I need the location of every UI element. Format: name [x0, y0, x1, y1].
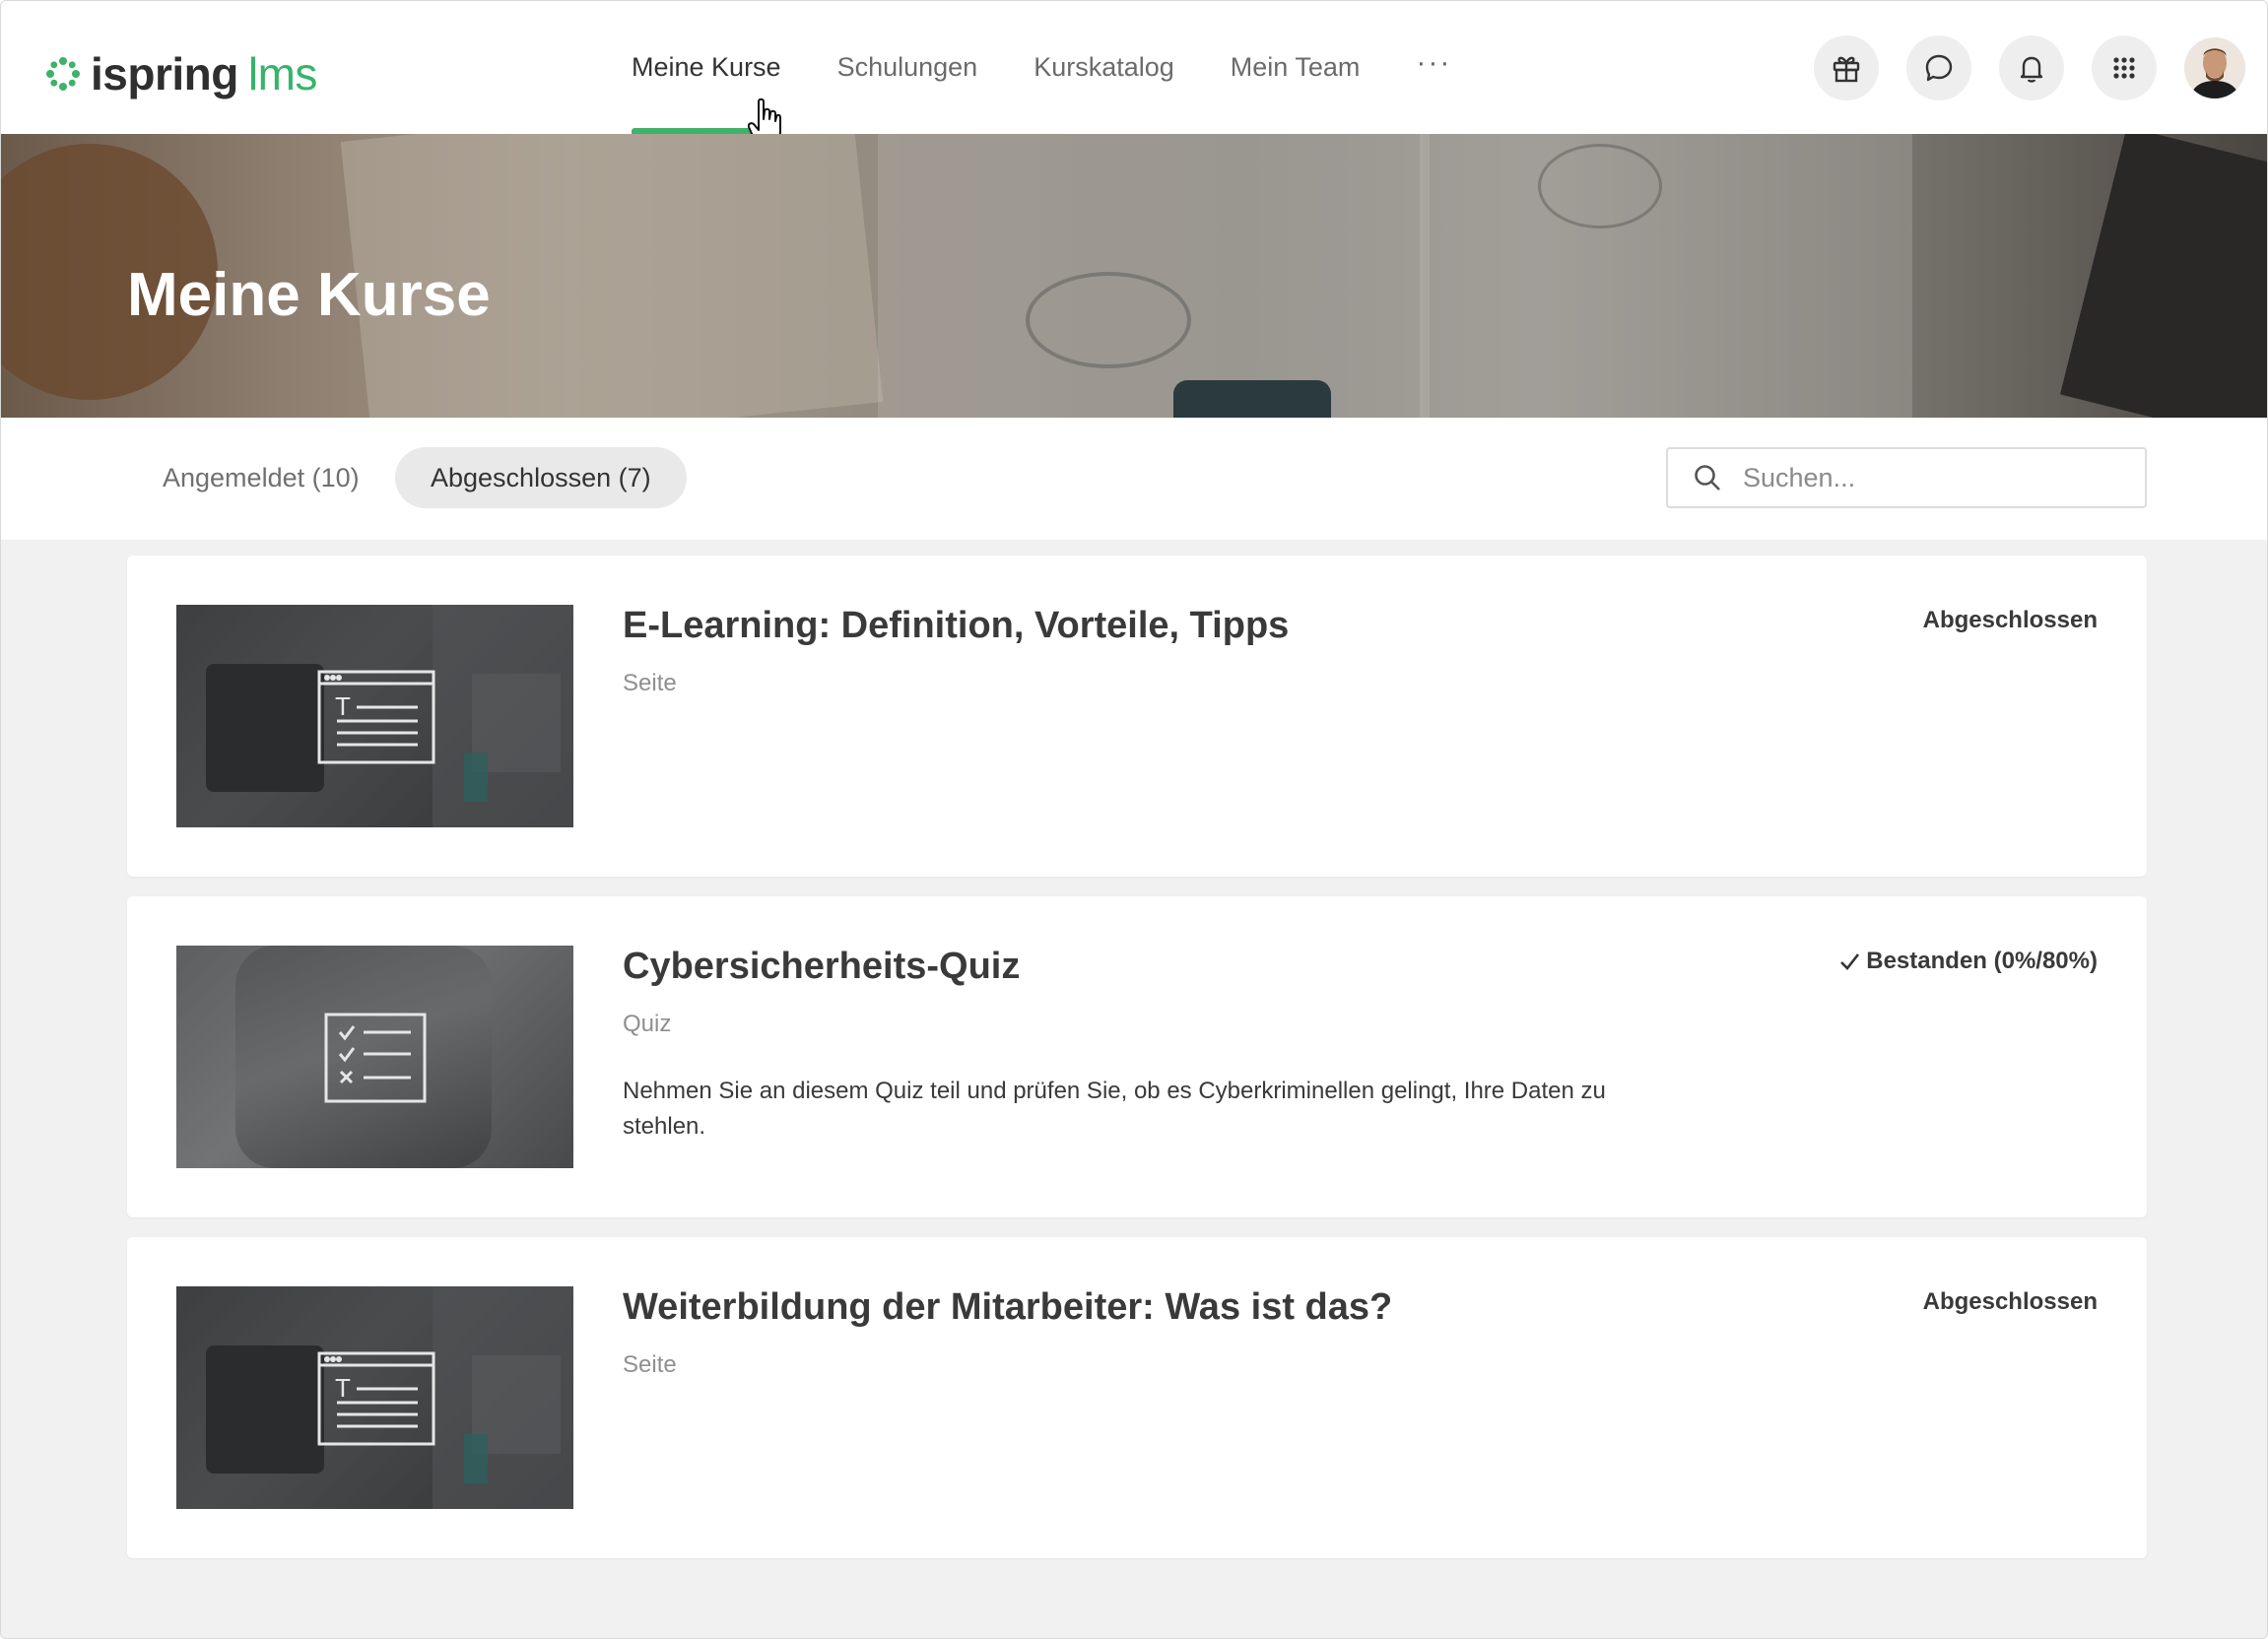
- course-card[interactable]: Cybersicherheits-Quiz Quiz Nehmen Sie an…: [127, 896, 2147, 1217]
- user-avatar[interactable]: [2184, 36, 2245, 98]
- status-label: Bestanden (0%/80%): [1866, 948, 2098, 974]
- nav-kurskatalog[interactable]: Kurskatalog: [1034, 1, 1174, 134]
- checkmark-icon: [1840, 953, 1860, 970]
- course-title[interactable]: Cybersicherheits-Quiz: [623, 946, 1020, 988]
- app-window: ispring lms Meine Kurse Schulungen Kurska…: [0, 0, 2268, 1639]
- course-thumbnail[interactable]: [176, 946, 573, 1168]
- course-type: Quiz: [623, 1011, 672, 1037]
- course-card[interactable]: T Weiterbildung der Mitarbeiter: Was ist…: [127, 1237, 2147, 1558]
- top-navigation-bar: ispring lms Meine Kurse Schulungen Kurska…: [1, 1, 2267, 145]
- hero-banner: Meine Kurse: [1, 134, 2267, 418]
- course-thumbnail[interactable]: T: [176, 1286, 573, 1509]
- gift-button[interactable]: [1814, 34, 1879, 100]
- ispring-lms-logo[interactable]: ispring lms: [43, 46, 317, 101]
- status-label: Abgeschlossen: [1922, 607, 2098, 633]
- chat-icon: [1925, 54, 1953, 81]
- search-icon: [1695, 465, 1720, 491]
- search-input[interactable]: [1741, 461, 2129, 494]
- page-document-icon: T: [317, 1351, 435, 1446]
- course-title[interactable]: Weiterbildung der Mitarbeiter: Was ist d…: [623, 1286, 1392, 1329]
- notifications-button[interactable]: [1999, 34, 2064, 100]
- nav-mein-team[interactable]: Mein Team: [1231, 1, 1361, 134]
- apps-grid-icon: [2113, 56, 2135, 79]
- nav-schulungen[interactable]: Schulungen: [837, 1, 978, 134]
- course-type: Seite: [623, 670, 677, 696]
- course-type: Seite: [623, 1351, 677, 1378]
- tab-angemeldet[interactable]: Angemeldet (10): [127, 447, 395, 508]
- chat-button[interactable]: [1906, 34, 1971, 100]
- nav-more-button[interactable]: ···: [1416, 46, 1451, 80]
- apps-button[interactable]: [2092, 34, 2157, 100]
- gift-icon: [1833, 56, 1860, 82]
- ispring-flower-icon: [46, 57, 80, 91]
- page-title: Meine Kurse: [127, 261, 491, 329]
- tab-abgeschlossen[interactable]: Abgeschlossen (7): [395, 447, 687, 508]
- course-thumbnail[interactable]: T: [176, 605, 573, 827]
- search-field[interactable]: [1666, 447, 2147, 508]
- course-status: Abgeschlossen: [1923, 607, 2098, 634]
- course-card[interactable]: T E-Learning: Definition, Vorteile, Tipp…: [127, 556, 2147, 877]
- quiz-checklist-icon: [324, 1013, 427, 1103]
- filter-bar: Angemeldet (10) Abgeschlossen (7): [1, 418, 2267, 540]
- avatar-portrait-icon: [2184, 36, 2245, 98]
- svg-text:T: T: [335, 1373, 351, 1403]
- status-label: Abgeschlossen: [1922, 1288, 2098, 1315]
- logo-wordmark: ispring lms: [91, 48, 317, 99]
- page-document-icon: T: [317, 670, 435, 764]
- header-actions: [1786, 1, 2267, 134]
- course-status: Bestanden (0%/80%): [1838, 948, 2098, 975]
- course-status: Abgeschlossen: [1923, 1288, 2098, 1316]
- course-title[interactable]: E-Learning: Definition, Vorteile, Tipps: [623, 605, 1289, 647]
- svg-text:T: T: [335, 691, 351, 721]
- bell-icon: [2020, 56, 2043, 83]
- course-description: Nehmen Sie an diesem Quiz teil und prüfe…: [623, 1078, 1606, 1140]
